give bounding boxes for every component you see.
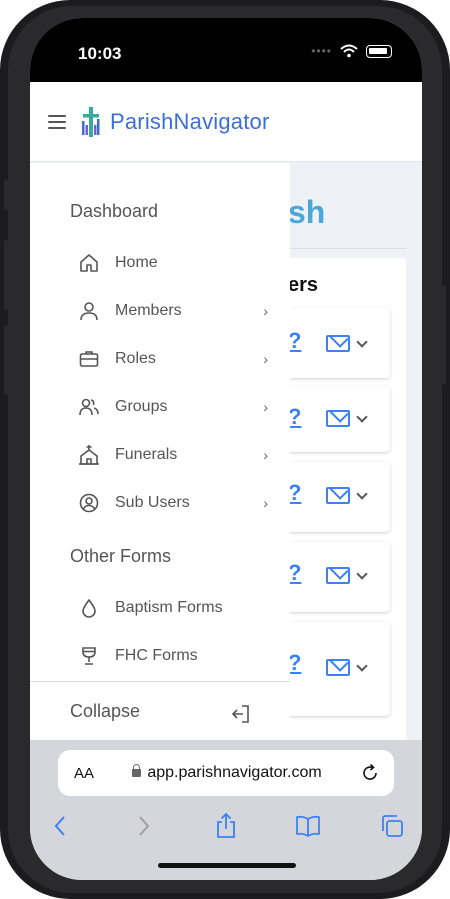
link-fragment[interactable]: ? [288,560,301,586]
chevron-down-icon[interactable] [356,660,368,672]
nav-item-sub-users[interactable]: Sub Users › [78,486,268,520]
tabs-icon[interactable] [378,812,406,840]
nav-item-roles[interactable]: Roles › [78,342,268,376]
chevron-right-icon: › [263,447,268,463]
nav-item-members[interactable]: Members › [78,294,268,328]
chevron-down-icon[interactable] [356,568,368,580]
section-title-fragment: ers [288,274,319,296]
power-button [442,285,446,385]
member-card: ? [288,622,390,716]
signal-icon: •••• [311,44,332,58]
nav-item-label: FHC Forms [115,647,198,664]
users-icon [78,396,100,418]
url-text: app.parishnavigator.com [147,764,322,781]
nav-item-groups[interactable]: Groups › [78,390,268,424]
member-card: ? [288,386,390,452]
url-display[interactable]: app.parishnavigator.com [132,764,322,782]
user-icon [78,300,100,322]
nav-item-home[interactable]: Home [78,246,268,280]
mail-icon[interactable] [326,487,350,504]
bookmarks-icon[interactable] [294,812,322,840]
drop-icon [78,597,100,619]
mail-icon[interactable] [326,659,350,676]
mail-icon[interactable] [326,410,350,427]
lock-icon [132,764,142,777]
nav-item-funerals[interactable]: Funerals › [78,438,268,472]
member-card: ? [288,542,390,612]
user-circle-icon [78,492,100,514]
chevron-down-icon[interactable] [356,336,368,348]
nav-item-label: Home [115,254,158,271]
nav-item-label: Members [115,302,182,319]
chevron-right-icon: › [263,495,268,511]
screen: 10:03 •••• ParishNavigator sh ers ? ? ? … [30,18,422,880]
collapse-icon[interactable] [230,703,252,725]
volume-down-button [4,325,8,395]
mail-icon[interactable] [326,335,350,352]
status-time: 10:03 [78,44,122,63]
home-icon [78,252,100,274]
nav-item-label: Roles [115,350,156,367]
address-bar[interactable]: AA app.parishnavigator.com [58,750,394,796]
nav-drawer: Dashboard Home Members › Roles › Groups … [30,163,290,763]
silent-switch [4,180,8,210]
link-fragment[interactable]: ? [288,404,301,430]
collapse-button[interactable]: Collapse [70,701,140,722]
link-fragment[interactable]: ? [288,480,301,506]
member-card: ? [288,462,390,532]
page-divider [288,248,406,249]
volume-up-button [4,240,8,310]
menu-icon[interactable] [48,114,66,129]
nav-item-label: Baptism Forms [115,599,223,616]
church-icon [78,444,100,466]
chevron-down-icon[interactable] [356,488,368,500]
browser-toolbar: AA app.parishnavigator.com [30,740,422,880]
link-fragment[interactable]: ? [288,650,301,676]
back-icon[interactable] [46,812,74,840]
chevron-down-icon[interactable] [356,411,368,423]
mail-icon[interactable] [326,567,350,584]
status-bar: 10:03 •••• [30,18,422,82]
forward-icon[interactable] [130,812,158,840]
home-indicator [158,863,296,868]
nav-item-label: Groups [115,398,168,415]
chalice-icon [78,645,100,667]
briefcase-icon [78,348,100,370]
brand-name[interactable]: ParishNavigator [110,109,270,135]
wifi-icon [340,44,358,58]
nav-item-fhc-forms[interactable]: FHC Forms [78,639,268,673]
nav-item-baptism-forms[interactable]: Baptism Forms [78,591,268,625]
parish-logo-icon [82,106,100,137]
reload-icon[interactable] [360,763,380,783]
chevron-right-icon: › [263,351,268,367]
chevron-right-icon: › [263,303,268,319]
reader-settings-button[interactable]: AA [74,765,94,782]
share-icon[interactable] [212,812,240,840]
battery-icon [366,44,392,58]
status-icons: •••• [311,44,392,58]
nav-item-label: Funerals [115,446,178,463]
page-title-fragment: sh [288,194,326,230]
nav-item-label: Sub Users [115,494,190,511]
section-other-forms[interactable]: Other Forms [70,546,171,567]
drawer-divider [30,681,290,682]
app-header: ParishNavigator [30,82,422,162]
member-card: ? [288,308,390,378]
chevron-right-icon: › [263,399,268,415]
link-fragment[interactable]: ? [288,328,301,354]
section-dashboard[interactable]: Dashboard [70,201,158,222]
phone-frame: 10:03 •••• ParishNavigator sh ers ? ? ? … [0,0,450,899]
